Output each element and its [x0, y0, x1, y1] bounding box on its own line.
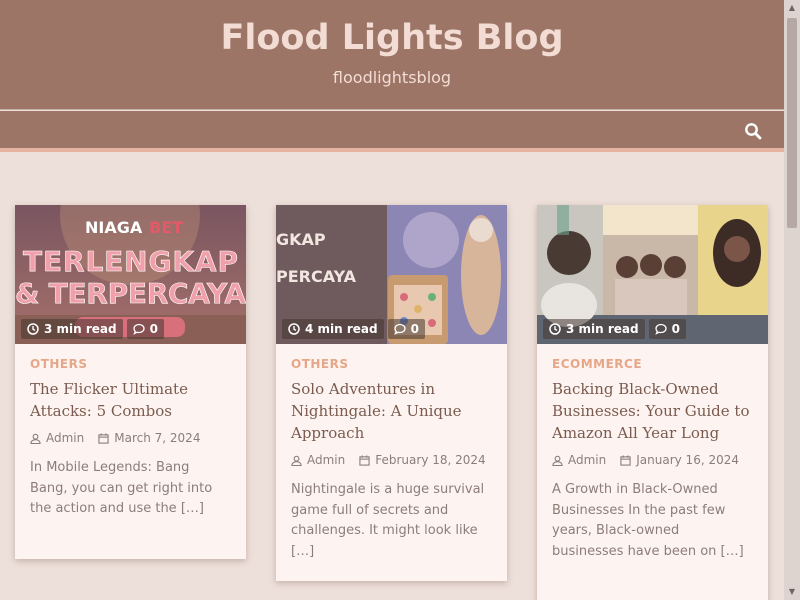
post-byline: Admin February 18, 2024 — [291, 453, 492, 467]
post-thumbnail[interactable]: 3 min read 0 — [537, 205, 768, 344]
comments-badge[interactable]: 0 — [387, 319, 425, 339]
post-byline: Admin March 7, 2024 — [30, 431, 231, 445]
user-icon — [30, 433, 41, 444]
svg-text:NIAGA: NIAGA — [85, 218, 143, 237]
vertical-scrollbar[interactable]: ▲ ▼ — [784, 0, 800, 600]
comments-badge[interactable]: 0 — [126, 319, 164, 339]
svg-text:BET: BET — [149, 218, 183, 237]
post-date[interactable]: January 16, 2024 — [620, 453, 739, 467]
clock-icon — [27, 323, 39, 335]
site-description: floodlightsblog — [332, 68, 452, 87]
post-card: GKAP PERCAYA 4 min read 0 OTHERS Solo Ad… — [276, 205, 507, 581]
post-meta-overlay: 3 min read 0 — [543, 319, 686, 339]
calendar-icon — [620, 454, 631, 466]
post-date[interactable]: February 18, 2024 — [359, 453, 486, 467]
nav-bar — [0, 111, 784, 152]
post-excerpt: Nightingale is a huge survival game full… — [291, 482, 485, 559]
author[interactable]: Admin — [30, 431, 84, 445]
clock-icon — [288, 323, 300, 335]
read-time-badge: 3 min read — [543, 319, 645, 339]
comment-icon — [393, 323, 406, 335]
site-header: Flood Lights Blog floodlightsblog — [0, 0, 784, 110]
user-icon — [291, 455, 302, 466]
post-thumbnail[interactable]: NIAGA BET TERLENGKAP & TERPERCAYA 3 min … — [15, 205, 246, 344]
post-category[interactable]: ECOMMERCE — [552, 357, 753, 371]
comment-icon — [132, 323, 145, 335]
read-time-badge: 3 min read — [21, 319, 123, 339]
scroll-up-arrow-icon[interactable]: ▲ — [784, 0, 800, 16]
post-card: NIAGA BET TERLENGKAP & TERPERCAYA 3 min … — [15, 205, 246, 559]
post-category[interactable]: OTHERS — [291, 357, 492, 371]
post-title[interactable]: Backing Black-Owned Businesses: Your Gui… — [552, 378, 753, 444]
scroll-down-arrow-icon[interactable]: ▼ — [784, 584, 800, 600]
svg-text:TERLENGKAP: TERLENGKAP — [23, 245, 238, 278]
post-excerpt: A Growth in Black-Owned Businesses In th… — [552, 482, 744, 559]
post-thumbnail[interactable]: GKAP PERCAYA 4 min read 0 — [276, 205, 507, 344]
post-title[interactable]: Solo Adventures in Nightingale: A Unique… — [291, 378, 492, 444]
clock-icon — [549, 323, 561, 335]
post-meta-overlay: 3 min read 0 — [21, 319, 164, 339]
post-meta-overlay: 4 min read 0 — [282, 319, 425, 339]
svg-text:GKAP: GKAP — [276, 230, 326, 249]
post-category[interactable]: OTHERS — [30, 357, 231, 371]
post-card: 3 min read 0 ECOMMERCE Backing Black-Own… — [537, 205, 768, 600]
author[interactable]: Admin — [291, 453, 345, 467]
user-icon — [552, 455, 563, 466]
search-icon — [745, 123, 762, 140]
read-time-badge: 4 min read — [282, 319, 384, 339]
svg-text:PERCAYA: PERCAYA — [276, 267, 357, 286]
site-title[interactable]: Flood Lights Blog — [0, 18, 784, 58]
post-excerpt: In Mobile Legends: Bang Bang, you can ge… — [30, 460, 213, 516]
scrollbar-thumb[interactable] — [787, 18, 797, 228]
svg-text:& TERPERCAYA: & TERPERCAYA — [15, 277, 246, 310]
calendar-icon — [359, 454, 370, 466]
post-byline: Admin January 16, 2024 — [552, 453, 753, 467]
search-button[interactable] — [744, 122, 762, 140]
calendar-icon — [98, 432, 109, 444]
comment-icon — [654, 323, 667, 335]
post-title[interactable]: The Flicker Ultimate Attacks: 5 Combos — [30, 378, 231, 422]
author[interactable]: Admin — [552, 453, 606, 467]
comments-badge[interactable]: 0 — [648, 319, 686, 339]
post-date[interactable]: March 7, 2024 — [98, 431, 200, 445]
